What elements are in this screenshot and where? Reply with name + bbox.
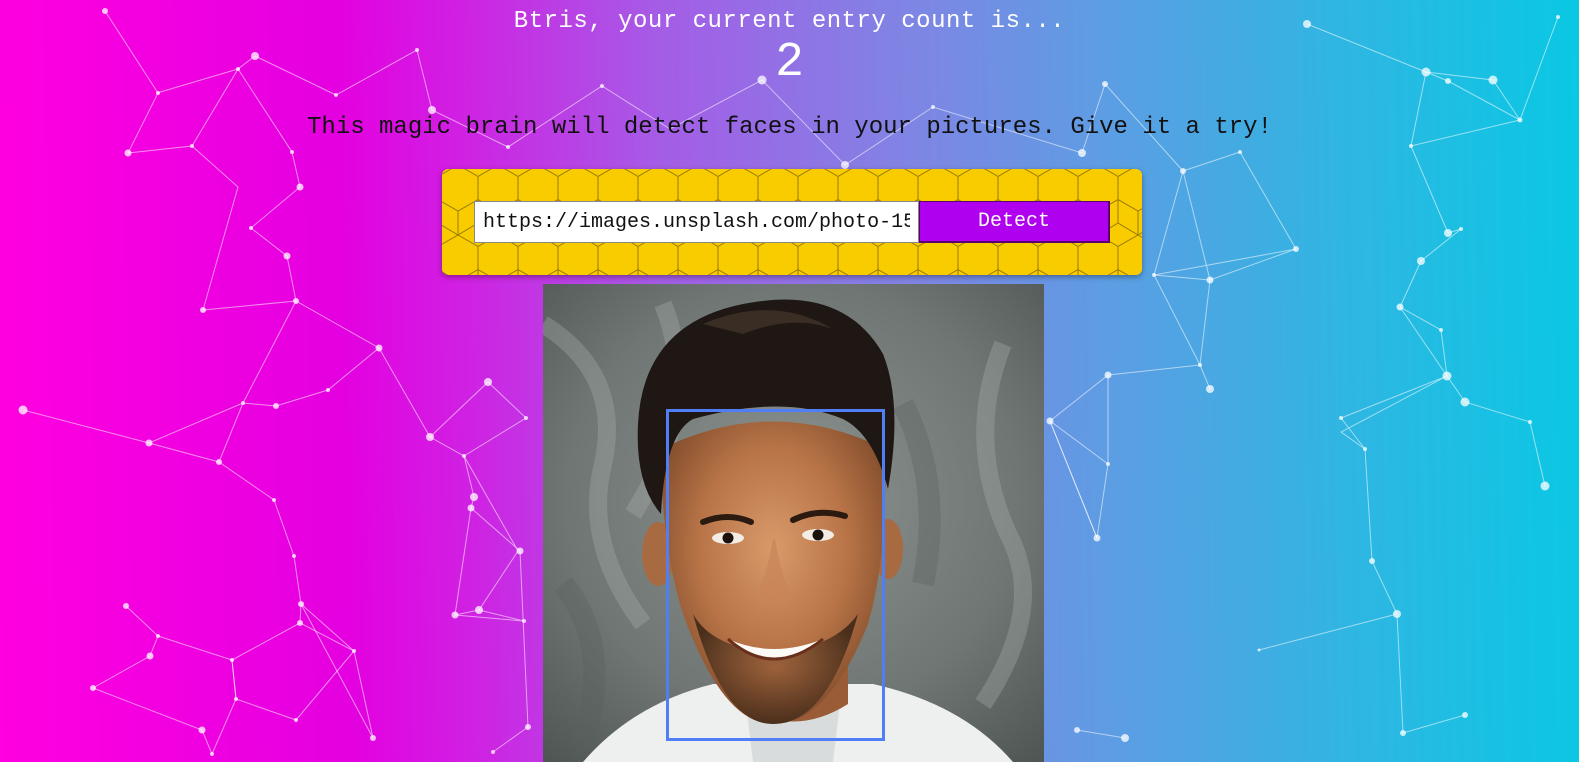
entry-count-value: 2 [775, 36, 804, 90]
detect-button[interactable]: Detect [919, 201, 1110, 243]
tagline: This magic brain will detect faces in yo… [307, 114, 1272, 141]
image-link-form: Detect [442, 169, 1142, 275]
entry-count-text: Btris, your current entry count is... [513, 8, 1066, 35]
face-image [543, 284, 1044, 762]
image-url-input[interactable] [474, 201, 919, 243]
face-bounding-box [666, 409, 885, 741]
